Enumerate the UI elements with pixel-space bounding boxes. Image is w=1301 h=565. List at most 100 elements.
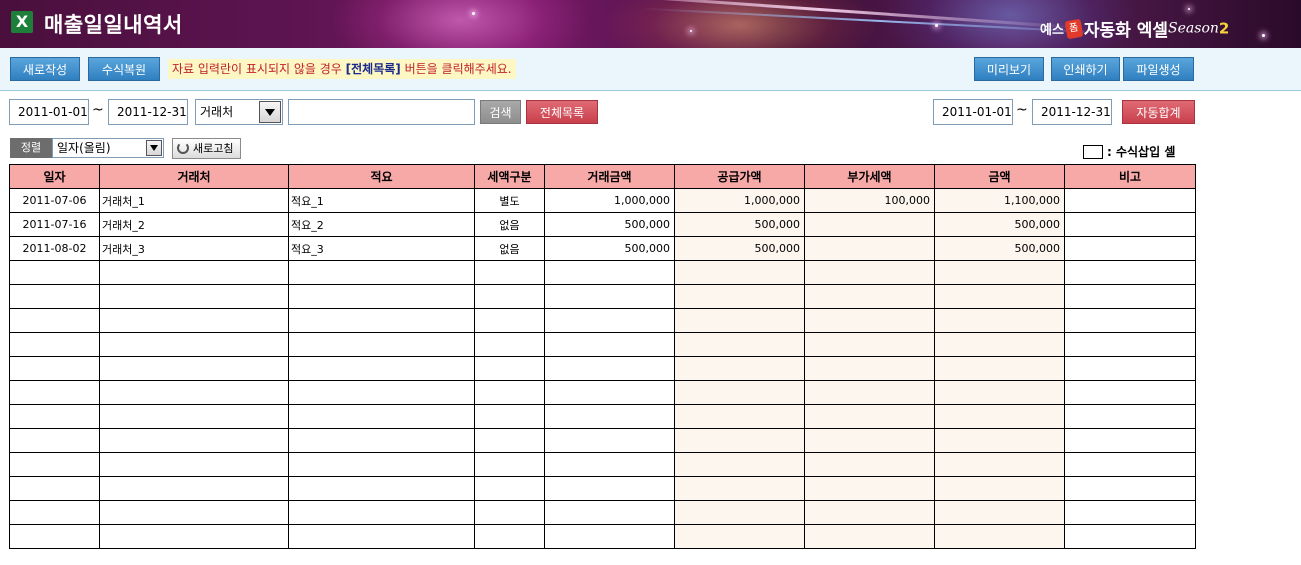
summary-cell[interactable]: 적요_3 — [288, 236, 475, 261]
supply-amount-cell[interactable] — [674, 380, 805, 405]
client-cell[interactable]: 거래처_1 — [99, 188, 289, 213]
date-cell[interactable] — [9, 332, 100, 357]
tax-type-cell[interactable] — [474, 452, 545, 477]
summary-cell[interactable] — [288, 356, 475, 381]
tax-type-cell[interactable]: 없음 — [474, 236, 545, 261]
transaction-amount-cell[interactable]: 500,000 — [544, 212, 675, 237]
supply-amount-cell[interactable] — [674, 356, 805, 381]
sort-select[interactable]: 일자(올림) — [52, 138, 164, 158]
chevron-down-icon[interactable] — [259, 101, 281, 123]
client-cell[interactable] — [99, 524, 289, 549]
tax-type-cell[interactable] — [474, 476, 545, 501]
date-cell[interactable] — [9, 308, 100, 333]
vat-amount-cell[interactable] — [804, 524, 935, 549]
total-amount-cell[interactable] — [934, 380, 1065, 405]
transaction-amount-cell[interactable] — [544, 476, 675, 501]
transaction-amount-cell[interactable] — [544, 524, 675, 549]
chevron-down-icon[interactable] — [146, 140, 162, 156]
client-cell[interactable] — [99, 260, 289, 285]
supply-amount-cell[interactable]: 1,000,000 — [674, 188, 805, 213]
tax-type-cell[interactable] — [474, 332, 545, 357]
vat-amount-cell[interactable] — [804, 212, 935, 237]
client-cell[interactable] — [99, 500, 289, 525]
date-cell[interactable] — [9, 428, 100, 453]
note-cell[interactable] — [1064, 380, 1196, 405]
transaction-amount-cell[interactable]: 1,000,000 — [544, 188, 675, 213]
supply-amount-cell[interactable] — [674, 404, 805, 429]
summary-cell[interactable] — [288, 428, 475, 453]
note-cell[interactable] — [1064, 188, 1196, 213]
transaction-amount-cell[interactable] — [544, 260, 675, 285]
vat-amount-cell[interactable] — [804, 380, 935, 405]
summary-cell[interactable]: 적요_2 — [288, 212, 475, 237]
date-from-input[interactable]: 2011-01-01 — [9, 99, 89, 125]
date-cell[interactable] — [9, 404, 100, 429]
date-cell[interactable]: 2011-07-06 — [9, 188, 100, 213]
note-cell[interactable] — [1064, 212, 1196, 237]
auto-sum-button[interactable]: 자동합계 — [1122, 100, 1195, 124]
vat-amount-cell[interactable] — [804, 428, 935, 453]
supply-amount-cell[interactable] — [674, 476, 805, 501]
total-amount-cell[interactable] — [934, 404, 1065, 429]
supply-amount-cell[interactable] — [674, 428, 805, 453]
date-cell[interactable] — [9, 284, 100, 309]
transaction-amount-cell[interactable] — [544, 308, 675, 333]
supply-amount-cell[interactable] — [674, 260, 805, 285]
note-cell[interactable] — [1064, 404, 1196, 429]
transaction-amount-cell[interactable] — [544, 428, 675, 453]
note-cell[interactable] — [1064, 236, 1196, 261]
tax-type-cell[interactable] — [474, 260, 545, 285]
summary-cell[interactable] — [288, 524, 475, 549]
date-cell[interactable] — [9, 500, 100, 525]
total-amount-cell[interactable] — [934, 284, 1065, 309]
summary-cell[interactable] — [288, 452, 475, 477]
total-amount-cell[interactable]: 500,000 — [934, 212, 1065, 237]
transaction-amount-cell[interactable] — [544, 284, 675, 309]
vat-amount-cell[interactable] — [804, 332, 935, 357]
client-cell[interactable] — [99, 428, 289, 453]
note-cell[interactable] — [1064, 332, 1196, 357]
date-to-input[interactable]: 2011-12-31 — [108, 99, 188, 125]
client-cell[interactable] — [99, 404, 289, 429]
summary-cell[interactable]: 적요_1 — [288, 188, 475, 213]
date-cell[interactable]: 2011-08-02 — [9, 236, 100, 261]
date-cell[interactable] — [9, 260, 100, 285]
total-amount-cell[interactable] — [934, 524, 1065, 549]
transaction-amount-cell[interactable] — [544, 356, 675, 381]
client-cell[interactable] — [99, 308, 289, 333]
sum-date-to-input[interactable]: 2011-12-31 — [1032, 99, 1112, 125]
summary-cell[interactable] — [288, 500, 475, 525]
total-amount-cell[interactable] — [934, 452, 1065, 477]
create-file-button[interactable]: 파일생성 — [1123, 57, 1194, 81]
supply-amount-cell[interactable] — [674, 332, 805, 357]
tax-type-cell[interactable]: 없음 — [474, 212, 545, 237]
client-cell[interactable]: 거래처_2 — [99, 212, 289, 237]
total-amount-cell[interactable] — [934, 428, 1065, 453]
date-cell[interactable] — [9, 524, 100, 549]
tax-type-cell[interactable] — [474, 404, 545, 429]
transaction-amount-cell[interactable] — [544, 332, 675, 357]
transaction-amount-cell[interactable] — [544, 500, 675, 525]
summary-cell[interactable] — [288, 308, 475, 333]
restore-formula-button[interactable]: 수식복원 — [88, 57, 160, 81]
client-cell[interactable] — [99, 380, 289, 405]
transaction-amount-cell[interactable] — [544, 452, 675, 477]
vat-amount-cell[interactable] — [804, 308, 935, 333]
note-cell[interactable] — [1064, 452, 1196, 477]
client-cell[interactable] — [99, 356, 289, 381]
vat-amount-cell[interactable] — [804, 476, 935, 501]
vat-amount-cell[interactable] — [804, 404, 935, 429]
supply-amount-cell[interactable] — [674, 452, 805, 477]
total-amount-cell[interactable] — [934, 500, 1065, 525]
total-amount-cell[interactable] — [934, 260, 1065, 285]
summary-cell[interactable] — [288, 332, 475, 357]
summary-cell[interactable] — [288, 260, 475, 285]
vat-amount-cell[interactable] — [804, 284, 935, 309]
note-cell[interactable] — [1064, 260, 1196, 285]
summary-cell[interactable] — [288, 404, 475, 429]
vat-amount-cell[interactable] — [804, 356, 935, 381]
total-amount-cell[interactable] — [934, 308, 1065, 333]
refresh-button[interactable]: 새로고침 — [172, 138, 241, 159]
tax-type-cell[interactable] — [474, 284, 545, 309]
tax-type-cell[interactable] — [474, 308, 545, 333]
